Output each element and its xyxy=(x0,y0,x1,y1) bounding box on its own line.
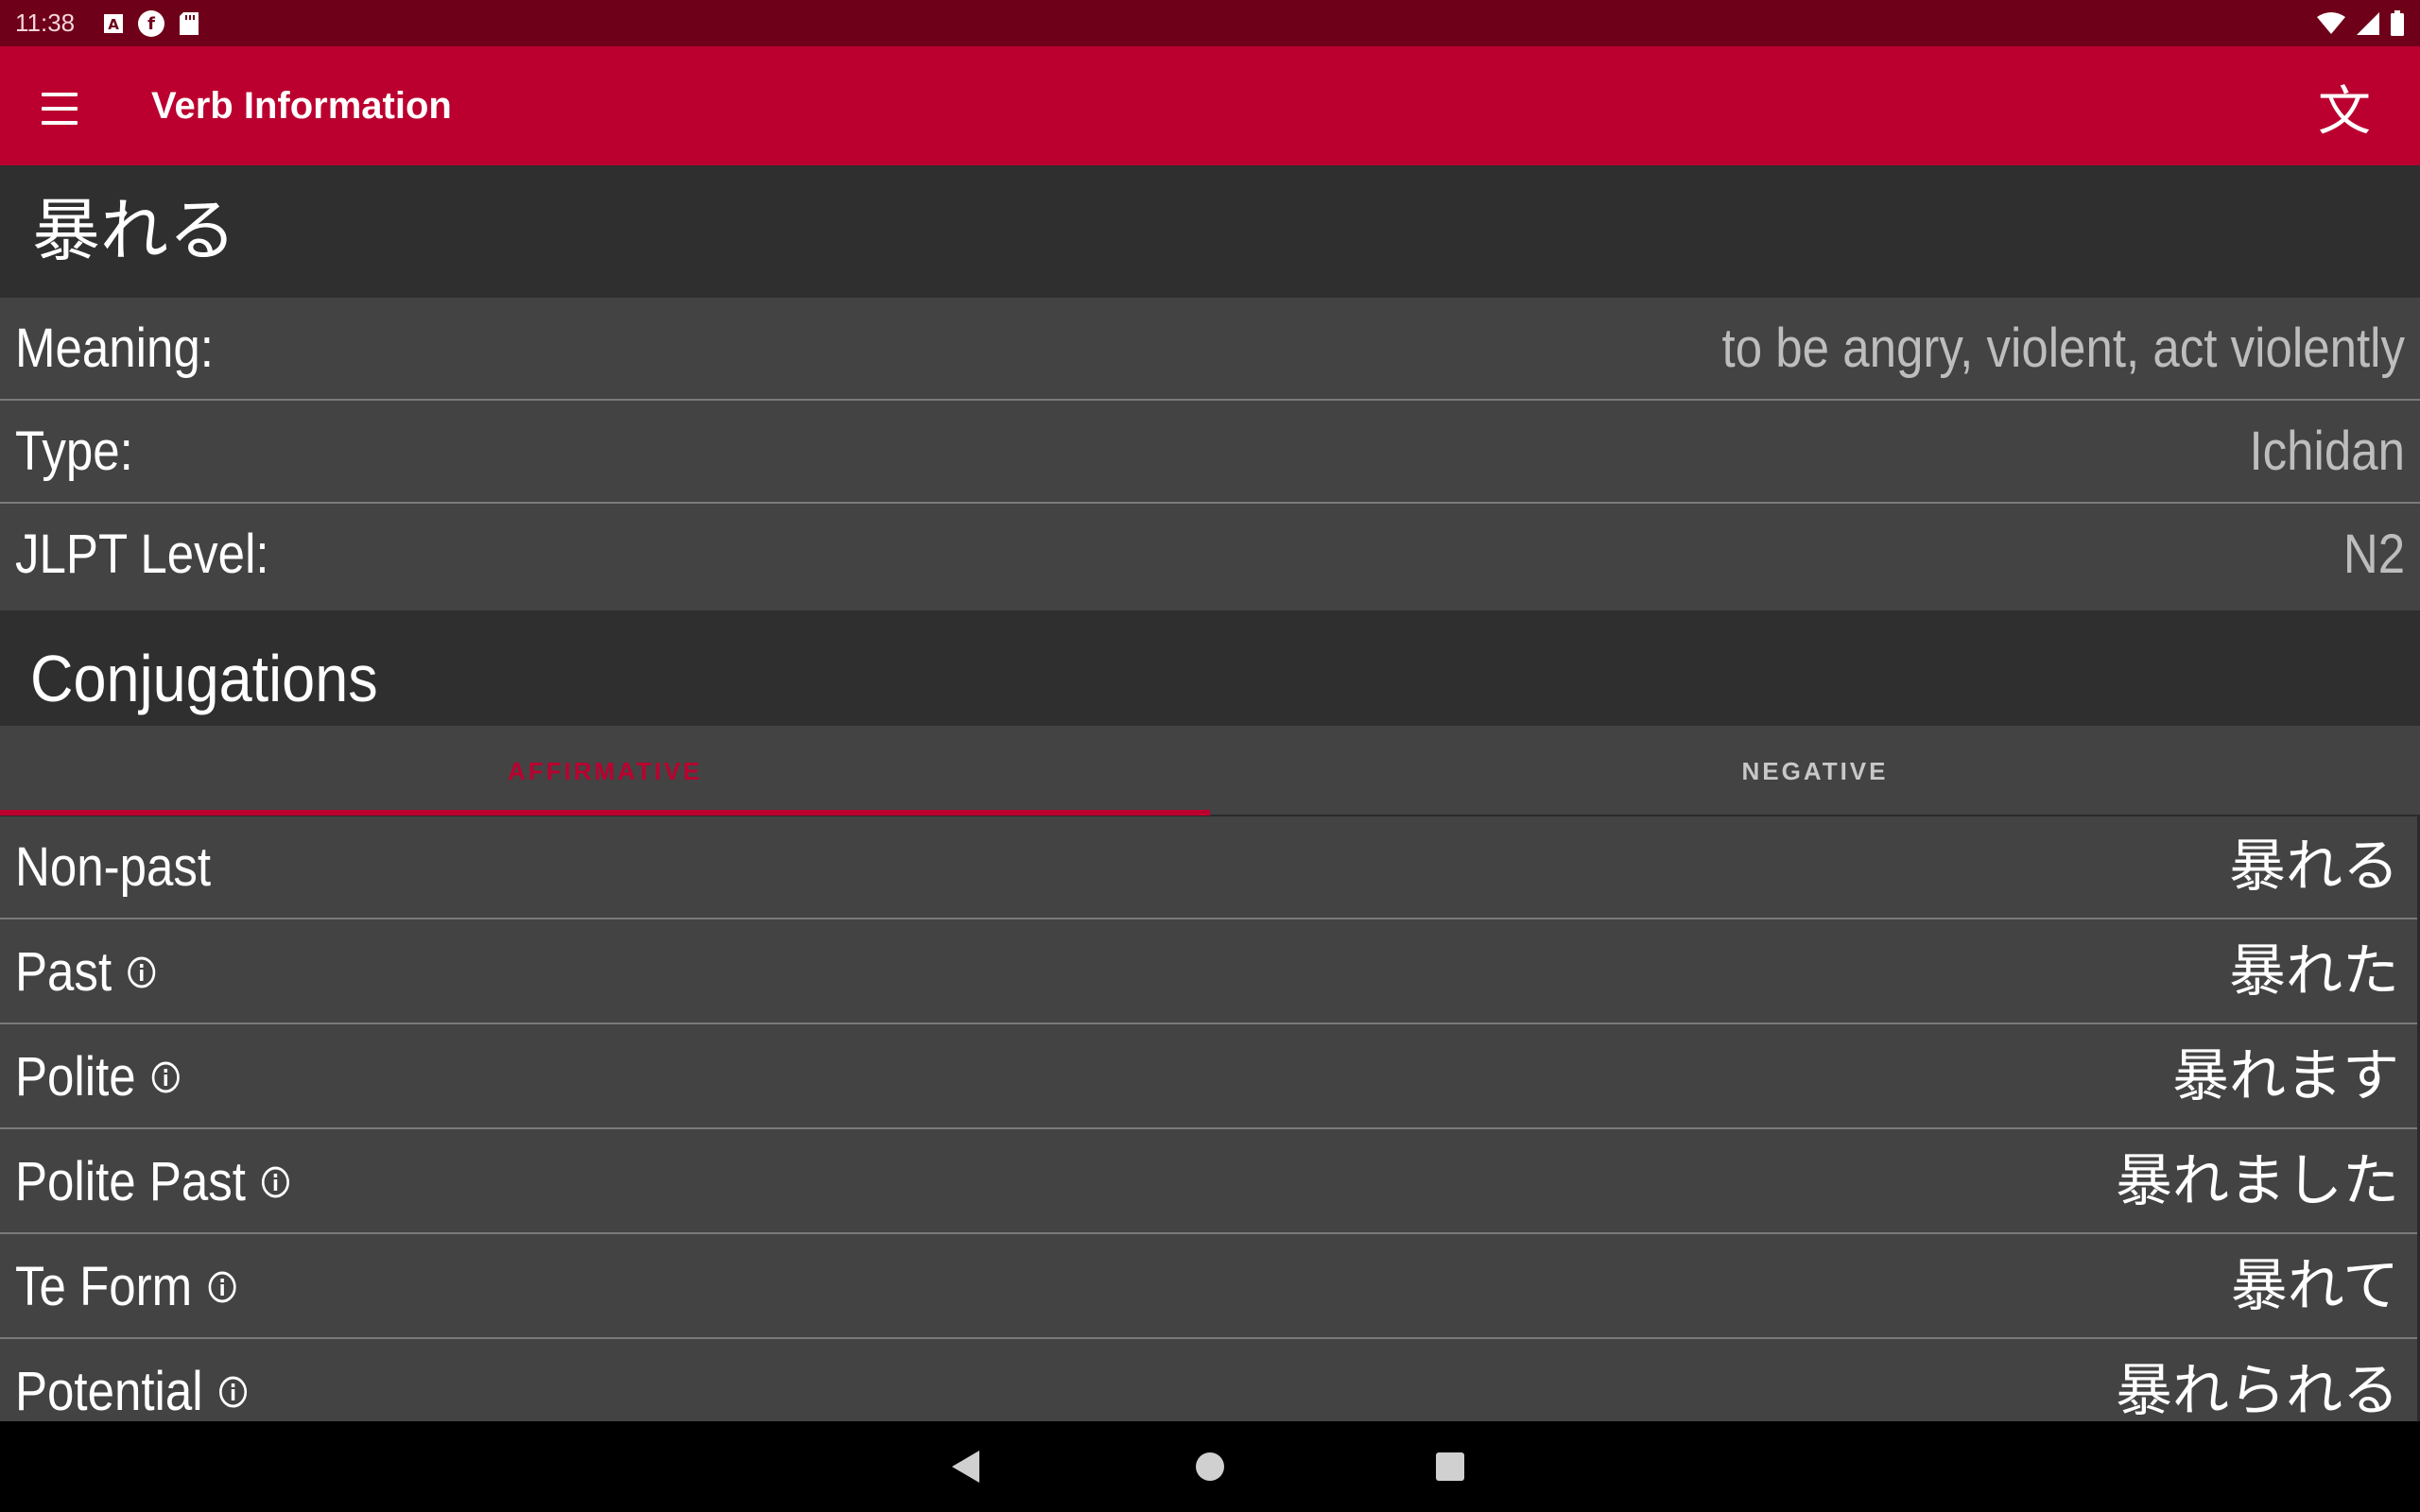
conjugation-label-text: Past xyxy=(15,941,112,1003)
conjugation-value: 暴れます xyxy=(2172,1043,2399,1109)
conjugation-label-text: Non-past xyxy=(15,836,212,898)
jlpt-label: JLPT Level: xyxy=(15,524,269,585)
system-status-icons xyxy=(2316,0,2405,46)
conjugations-header: Conjugations xyxy=(0,610,2420,726)
jlpt-row: JLPT Level: N2 xyxy=(0,504,2420,610)
status-bar: 11:38 A f xyxy=(0,0,2420,46)
conjugation-label: Te Form xyxy=(15,1236,237,1337)
conjugation-label: Polite xyxy=(15,1026,181,1127)
conjugation-label: Polite Past xyxy=(15,1131,291,1232)
list-item[interactable]: Potential 暴れられる xyxy=(0,1341,2420,1421)
home-icon[interactable] xyxy=(1185,1442,1235,1491)
verb-kanji: 暴れる xyxy=(32,191,237,270)
battery-icon xyxy=(2390,9,2405,37)
conjugation-label: Potential xyxy=(15,1341,248,1421)
menu-icon-line xyxy=(42,121,78,125)
signal-icon xyxy=(2356,11,2380,36)
back-icon[interactable] xyxy=(942,1442,991,1491)
info-icon[interactable] xyxy=(261,1165,291,1199)
list-item[interactable]: Polite Past 暴れました xyxy=(0,1131,2420,1234)
verb-header: 暴れる xyxy=(0,165,2420,298)
menu-icon[interactable] xyxy=(42,87,91,125)
info-icon[interactable] xyxy=(207,1270,237,1304)
conjugation-label-text: Polite xyxy=(15,1046,136,1108)
svg-text:f: f xyxy=(147,14,155,34)
conjugation-label-text: Te Form xyxy=(15,1256,193,1317)
info-icon[interactable] xyxy=(127,955,157,989)
sd-card-icon xyxy=(179,11,199,36)
a-icon: A xyxy=(103,13,124,34)
tab-indicator xyxy=(0,810,1210,816)
tab-affirmative[interactable]: AFFIRMATIVE xyxy=(0,726,1210,816)
section-title: Conjugations xyxy=(30,642,378,715)
notification-icons: A f xyxy=(103,9,199,38)
conjugation-value: 暴れて xyxy=(2230,1253,2399,1319)
page-title: Verb Information xyxy=(151,85,452,127)
info-icon[interactable] xyxy=(151,1060,182,1094)
type-label: Type: xyxy=(15,421,133,482)
list-item[interactable]: Te Form 暴れて xyxy=(0,1236,2420,1339)
app-bar: Verb Information 文 xyxy=(0,46,2420,165)
f-icon: f xyxy=(137,9,165,38)
conjugation-label-text: Potential xyxy=(15,1361,203,1421)
meaning-row: Meaning: to be angry, violent, act viole… xyxy=(0,298,2420,401)
list-item[interactable]: Non-past 暴れる xyxy=(0,816,2420,919)
info-icon[interactable] xyxy=(217,1375,248,1409)
jlpt-value: N2 xyxy=(2342,524,2405,585)
conjugation-value: 暴れました xyxy=(2116,1148,2399,1214)
meaning-value: to be angry, violent, act violently xyxy=(1721,318,2405,379)
conjugation-value: 暴れられる xyxy=(2116,1358,2399,1421)
tab-negative[interactable]: NEGATIVE xyxy=(1210,726,2420,816)
conjugation-value: 暴れる xyxy=(2229,833,2399,900)
menu-icon-line xyxy=(42,107,78,111)
translate-icon[interactable]: 文 xyxy=(2310,73,2378,143)
meaning-label: Meaning: xyxy=(15,318,214,379)
conjugation-label-text: Polite Past xyxy=(15,1151,246,1212)
type-value: Ichidan xyxy=(2249,421,2405,482)
menu-icon-line xyxy=(42,93,78,96)
status-time: 11:38 xyxy=(15,9,76,37)
conjugation-label: Non-past xyxy=(15,816,211,918)
wifi-icon xyxy=(2316,11,2346,36)
type-row: Type: Ichidan xyxy=(0,401,2420,504)
conjugation-label: Past xyxy=(15,921,157,1022)
svg-text:A: A xyxy=(108,16,119,33)
list-item[interactable]: Past 暴れた xyxy=(0,921,2420,1024)
recents-icon[interactable] xyxy=(1426,1442,1475,1491)
navigation-bar xyxy=(0,1421,2420,1512)
conjugation-list[interactable]: Non-past 暴れる Past 暴れた Polite 暴れます Polite… xyxy=(0,816,2420,1421)
conjugation-tabs: AFFIRMATIVE NEGATIVE xyxy=(0,726,2420,816)
conjugation-value: 暴れた xyxy=(2229,938,2399,1005)
list-item[interactable]: Polite 暴れます xyxy=(0,1026,2420,1129)
